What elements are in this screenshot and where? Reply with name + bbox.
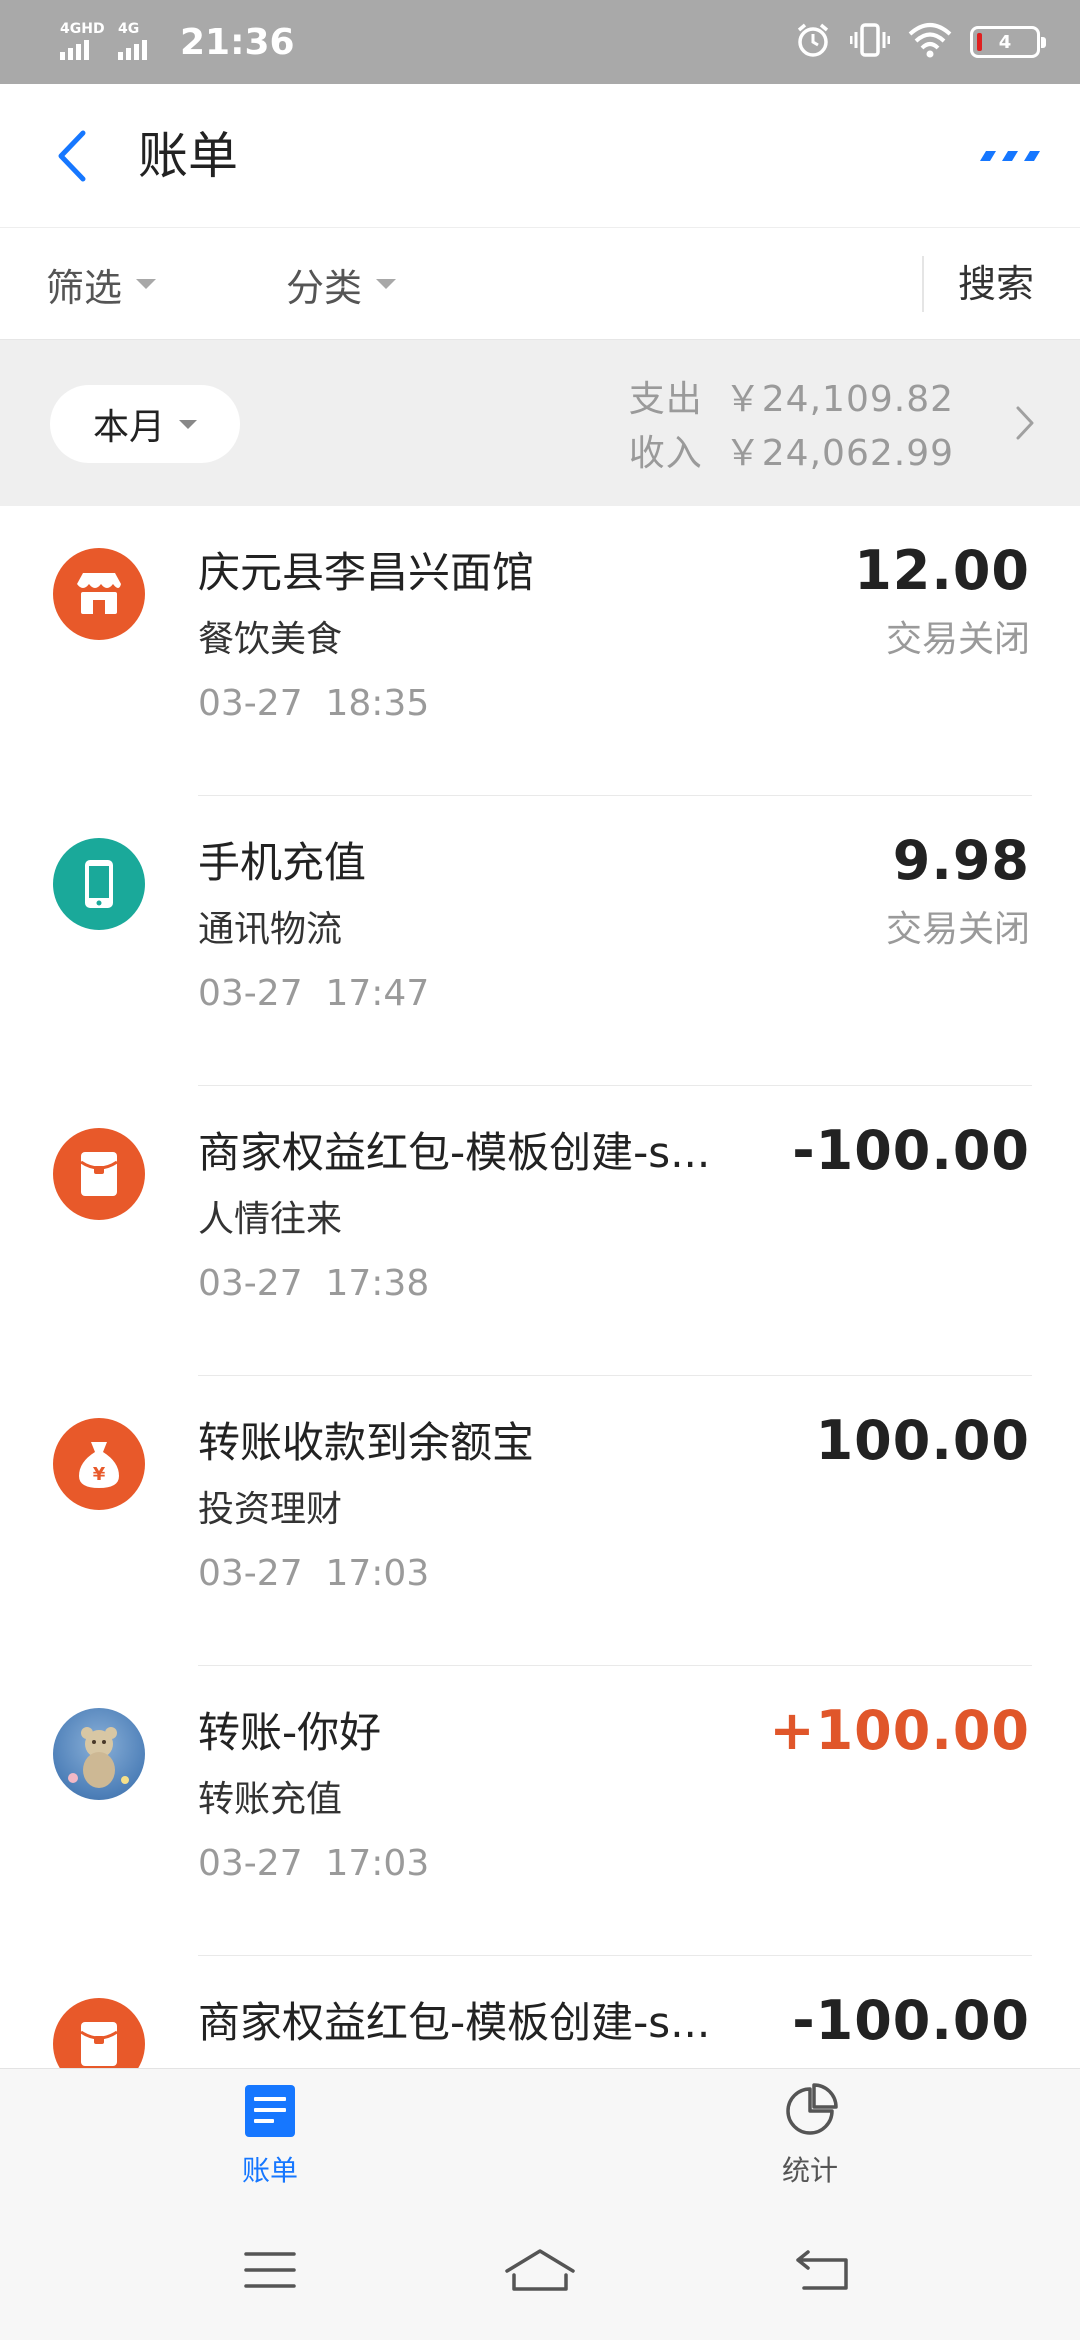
transaction-time: 03-27 17:47 (198, 973, 430, 1014)
alarm-icon (794, 21, 832, 63)
user-avatar-icon (53, 1708, 145, 1800)
category-dropdown[interactable]: 分类 (286, 256, 397, 312)
search-button[interactable]: 搜索 (958, 256, 1034, 312)
return-icon[interactable] (782, 2240, 862, 2300)
phone-icon (53, 838, 145, 930)
signal-icon: 4G (118, 22, 166, 62)
page-title: 账单 (138, 127, 238, 185)
filter-dropdown[interactable]: 筛选 (46, 256, 157, 312)
filter-label: 筛选 (46, 265, 123, 310)
back-arrow-icon[interactable] (44, 122, 100, 190)
expense-summary: 支出 ￥24,109.82 (629, 370, 954, 422)
divider (922, 256, 924, 312)
wifi-icon (908, 22, 952, 62)
svg-text:¥: ¥ (93, 1464, 106, 1485)
month-summary: 本月 支出 ￥24,109.82 收入 ￥24,062.99 (0, 340, 1080, 506)
list-item[interactable]: 手机充值 通讯物流 03-27 17:47 9.98 交易关闭 (0, 796, 1080, 1086)
transaction-category: 转账充值 (198, 1779, 343, 1820)
transaction-amount: 100.00 (815, 1409, 1030, 1472)
transaction-amount: +100.00 (769, 1699, 1030, 1762)
red-envelope-icon (53, 1128, 145, 1220)
tab-label: 统计 (781, 2154, 838, 2187)
income-summary: 收入 ￥24,062.99 (629, 424, 954, 476)
status-bar: 4GHD 4G 21:36 4 (0, 0, 1080, 84)
category-label: 分类 (286, 265, 363, 310)
home-icon[interactable] (500, 2240, 580, 2300)
transaction-category: 投资理财 (198, 1489, 343, 1530)
transaction-status: 交易关闭 (885, 909, 1030, 950)
menu-icon[interactable] (230, 2240, 310, 2300)
battery-icon: 4 (970, 26, 1046, 58)
transaction-time: 03-27 18:35 (198, 683, 430, 724)
title-bar: 账单 (0, 84, 1080, 228)
month-label: 本月 (92, 407, 165, 448)
month-selector[interactable]: 本月 (50, 385, 240, 463)
red-envelope-icon (53, 1998, 145, 2068)
transaction-status: 交易关闭 (885, 619, 1030, 660)
filter-bar: 筛选 分类 搜索 (0, 228, 1080, 340)
caret-down-icon (136, 279, 157, 289)
pie-chart-icon (782, 2083, 838, 2143)
transaction-title: 商家权益红包-模板创建-s... (198, 1998, 711, 2047)
income-value: ￥24,062.99 (724, 433, 954, 474)
tab-bar: 账单 统计 (0, 2068, 1080, 2200)
transaction-time: 03-27 17:03 (198, 1843, 430, 1884)
transaction-category: 人情往来 (198, 1199, 343, 1240)
list-item[interactable]: ¥ 转账收款到余额宝 投资理财 03-27 17:03 100.00 (0, 1376, 1080, 1666)
transaction-title: 手机充值 (198, 838, 367, 887)
chevron-right-icon[interactable] (1000, 395, 1050, 451)
transaction-amount: -100.00 (792, 1989, 1030, 2052)
tab-label: 账单 (241, 2154, 298, 2187)
battery-level: 4 (998, 31, 1012, 53)
bill-list-icon (243, 2083, 297, 2143)
store-icon (53, 548, 145, 640)
transaction-category: 通讯物流 (198, 909, 343, 950)
transaction-title: 转账收款到余额宝 (198, 1418, 535, 1467)
income-label: 收入 (628, 433, 703, 474)
transaction-category: 餐饮美食 (198, 619, 343, 660)
tab-bills[interactable]: 账单 (200, 2083, 340, 2193)
list-item[interactable]: 庆元县李昌兴面馆 餐饮美食 03-27 18:35 12.00 交易关闭 (0, 506, 1080, 796)
list-item[interactable]: 商家权益红包-模板创建-s... -100.00 (0, 1956, 1080, 2068)
more-dots-icon[interactable] (970, 128, 1050, 184)
status-right: 4 (794, 16, 1046, 68)
caret-down-icon (376, 279, 397, 289)
status-time: 21:36 (180, 21, 295, 63)
transaction-title: 转账-你好 (198, 1708, 382, 1757)
expense-label: 支出 (628, 379, 703, 420)
transaction-list: 庆元县李昌兴面馆 餐饮美食 03-27 18:35 12.00 交易关闭 手机充… (0, 506, 1080, 2068)
transaction-amount: 12.00 (854, 539, 1030, 602)
transaction-amount: 9.98 (892, 829, 1030, 892)
transaction-time: 03-27 17:03 (198, 1553, 430, 1594)
system-nav-bar (0, 2200, 1080, 2340)
tab-stats[interactable]: 统计 (740, 2083, 880, 2193)
list-item[interactable]: 转账-你好 转账充值 03-27 17:03 +100.00 (0, 1666, 1080, 1956)
vibrate-icon (849, 21, 891, 63)
transaction-time: 03-27 17:38 (198, 1263, 430, 1304)
caret-down-icon (179, 419, 197, 429)
transaction-title: 商家权益红包-模板创建-s... (198, 1128, 711, 1177)
status-left: 4GHD 4G 21:36 (60, 18, 295, 66)
money-bag-icon: ¥ (53, 1418, 145, 1510)
list-item[interactable]: 商家权益红包-模板创建-s... 人情往来 03-27 17:38 -100.0… (0, 1086, 1080, 1376)
transaction-title: 庆元县李昌兴面馆 (198, 548, 535, 597)
transaction-amount: -100.00 (792, 1119, 1030, 1182)
network-type: 4GHD (60, 21, 105, 37)
expense-value: ￥24,109.82 (724, 379, 954, 420)
network-type: 4G (118, 21, 140, 37)
signal-icon: 4GHD (60, 22, 108, 62)
